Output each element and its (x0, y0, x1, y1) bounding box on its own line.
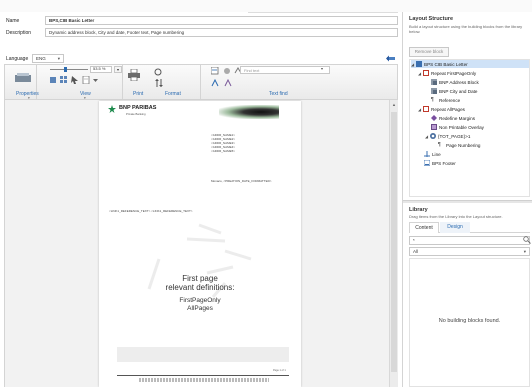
city-date-line: Monaco, <PREATION_DATE_FORMATTED> (211, 179, 272, 183)
collapse-icon[interactable] (386, 55, 396, 62)
tab-print[interactable]: Print (133, 91, 143, 97)
tree-item-condition[interactable]: ◢ {TOT_PAGE}>1 (425, 132, 470, 140)
search-icon[interactable] (523, 236, 531, 246)
pointer-icon[interactable] (71, 76, 79, 86)
format-icon[interactable] (154, 68, 164, 78)
sort-icon[interactable] (154, 79, 164, 89)
overlay-items: FirstPageOnly AllPages (99, 297, 301, 312)
condition-icon (430, 133, 436, 139)
footer-overlay-bar (117, 347, 289, 362)
tree-item-root[interactable]: ◢ BPS CIB Basic Letter (411, 60, 529, 68)
find-options-icon[interactable] (210, 66, 220, 77)
library-description: Drag items from the Library into the Lay… (409, 214, 503, 219)
library-filter-value: All (413, 249, 419, 254)
document-icon (416, 61, 422, 67)
preview-scrollbar[interactable]: ▲ (389, 100, 398, 387)
replace-icon[interactable] (211, 78, 220, 89)
tab-format[interactable]: Format (165, 91, 181, 97)
print-icon[interactable] (128, 68, 140, 83)
tree-item-footer[interactable]: BPS Footer (423, 159, 456, 167)
tab-design[interactable]: Design (440, 222, 470, 233)
footer-icon (423, 159, 431, 167)
name-field[interactable]: BPS,CIB Basic Letter (45, 16, 398, 25)
tree-item-repeat-allpages[interactable]: ◢ Repeat AllPages (418, 105, 465, 113)
layout-structure-description: Build a layout structure using the build… (409, 24, 523, 34)
library-title: Library (409, 207, 428, 213)
reference-line: <LINK1_REFERENCE_TEXT> <LINK1_REFERENCE_… (109, 209, 193, 213)
library-empty-message: No building blocks found. (438, 318, 501, 324)
header-graphic (219, 105, 279, 119)
layout-structure-title: Layout Structure (409, 16, 454, 22)
description-label: Description (6, 30, 32, 36)
tree-item-line[interactable]: Line (424, 150, 441, 158)
description-field[interactable]: Dynamic address block, City and date, Fo… (45, 28, 398, 37)
find-prev-icon[interactable] (223, 67, 231, 77)
tree-item-repeat-firstpage[interactable]: ◢ Repeat FirstPageOnly (418, 69, 476, 77)
page-layout-icon[interactable] (82, 75, 90, 86)
language-select[interactable]: ENG ▾ (32, 54, 64, 63)
block-icon (431, 88, 437, 94)
library-search-input[interactable]: * (409, 236, 530, 245)
overlay-title-1: First page (182, 274, 218, 283)
tree-item-address-block[interactable]: BNP Address Block (431, 78, 479, 86)
language-value: ENG (36, 56, 46, 61)
tab-text-find[interactable]: Text find (269, 91, 288, 97)
remove-block-button[interactable]: Remove block (409, 47, 449, 57)
tree-item-reference[interactable]: ¶ Reference (431, 96, 460, 104)
name-label: Name (6, 18, 20, 24)
repeat-icon (423, 70, 429, 76)
logo-text: BNP PARIBAS (119, 105, 157, 111)
overlay-item-2: AllPages (187, 304, 213, 312)
language-label: Language (6, 56, 29, 62)
tree-item-page-numbering[interactable]: ¶ Page Numbering (438, 141, 480, 149)
address-block: <ADDR_NAME1> <ADDR_NAME2> <ADDR_NAME3> <… (211, 133, 236, 153)
line-icon (424, 151, 430, 157)
chevron-down-icon: ▾ (523, 249, 526, 254)
tab-content[interactable]: Content (409, 222, 439, 233)
margins-icon (431, 115, 437, 121)
page-view-icon[interactable] (49, 76, 57, 86)
find-text-input[interactable]: Find text (240, 66, 330, 74)
zoom-input[interactable]: 53.5 % (90, 66, 112, 73)
logo-subtext: Private Banking (126, 112, 146, 116)
overlay-text: First page relevant definitions: (99, 274, 301, 292)
overlay-icon (431, 124, 437, 130)
document-page: BNP PARIBAS Private Banking <ADDR_NAME1>… (99, 101, 301, 387)
footer-line (117, 375, 289, 376)
tree-item-city-date[interactable]: BNP City and Date (431, 87, 477, 95)
zoom-dropdown-icon[interactable]: ▾ (114, 66, 122, 73)
paragraph-icon: ¶ (438, 142, 441, 148)
paragraph-icon: ¶ (431, 97, 434, 103)
footer-text (139, 378, 269, 382)
bnp-stars-icon (107, 105, 117, 114)
overlay-item-1: FirstPageOnly (179, 297, 221, 304)
properties-icon[interactable] (14, 73, 32, 85)
page-number-text: Page 1 of 1 (273, 369, 286, 372)
view-dropdown-icon[interactable] (93, 76, 98, 86)
tree-item-redefine-margins[interactable]: Redefine Margins (431, 114, 475, 122)
library-filter-select[interactable]: All ▾ (409, 247, 530, 256)
grid-view-icon[interactable] (60, 76, 68, 86)
tree-item-overlay[interactable]: Non Printable Overlay (431, 123, 484, 131)
replace-all-icon[interactable] (224, 78, 233, 89)
repeat-icon (423, 106, 429, 112)
zoom-slider[interactable] (50, 67, 88, 72)
panel-splitter[interactable] (403, 200, 532, 203)
chevron-down-icon: ▾ (57, 56, 60, 61)
find-dropdown-icon[interactable]: ▾ (321, 66, 323, 71)
overlay-title-2: relevant definitions: (165, 283, 235, 292)
block-icon (431, 79, 437, 85)
